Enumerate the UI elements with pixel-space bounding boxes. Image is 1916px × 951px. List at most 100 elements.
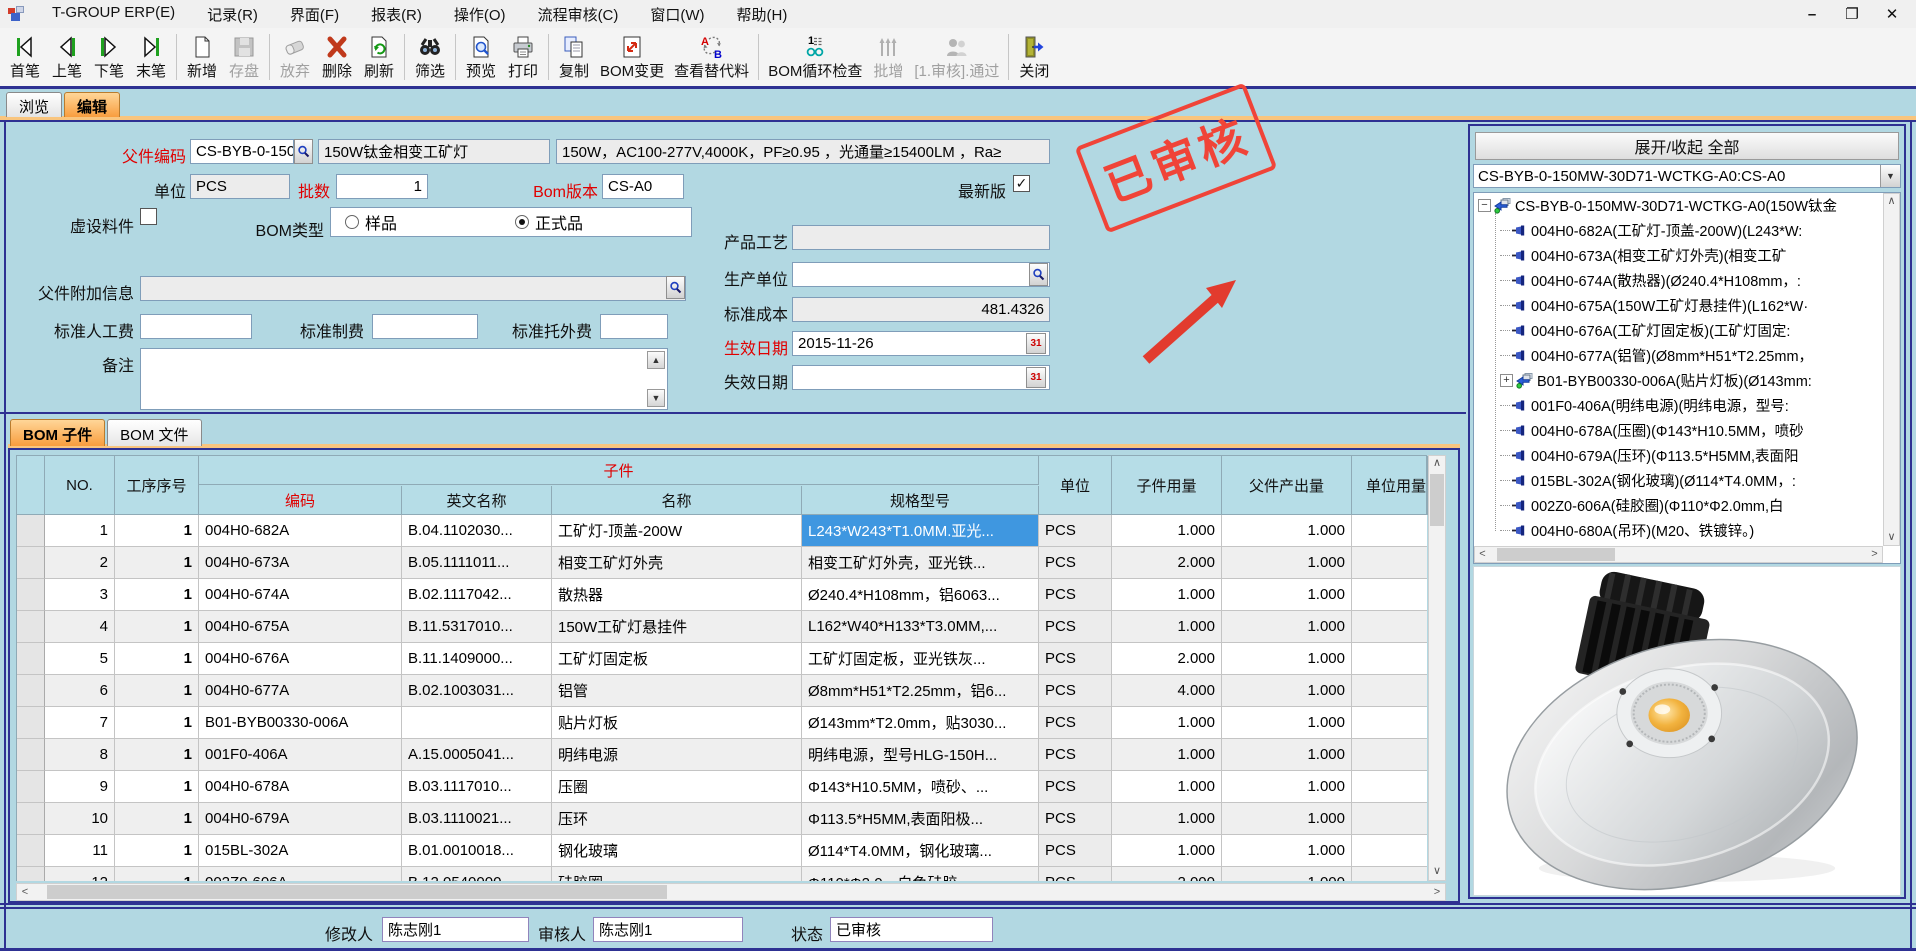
next-record-button[interactable]: 下笔 [88,33,130,82]
table-row[interactable]: 81001F0-406AA.15.0005041...明纬电源明纬电源，型号HL… [17,739,1427,771]
cell-unit[interactable]: PCS [1039,515,1112,547]
cell-spec[interactable]: Ø114*T4.0MM，钢化玻璃... [802,835,1039,867]
tree-node[interactable]: 004H0-675A(150W工矿灯悬挂件)(L162*W· [1474,293,1884,318]
cell-en[interactable]: B.01.0010018... [402,835,552,867]
cell-pqty[interactable]: 1.000 [1222,611,1352,643]
vscroll-thumb[interactable] [1430,474,1444,526]
cell-seq[interactable]: 1 [115,707,199,739]
table-row[interactable]: 71B01-BYB00330-006A贴片灯板Ø143mm*T2.0mm，贴30… [17,707,1427,739]
cell-name[interactable]: 工矿灯-顶盖-200W [552,515,802,547]
table-row[interactable]: 91004H0-678AB.03.1117010...压圈Φ143*H10.5M… [17,771,1427,803]
cell-no[interactable]: 6 [45,675,115,707]
tree-node[interactable]: 004H0-673A(相变工矿灯外壳)(相变工矿 [1474,243,1884,268]
parent-code-search-button[interactable] [294,139,313,164]
copy-button[interactable]: 复制 [553,33,595,82]
cell-spec[interactable]: L243*W243*T1.0MM.亚光... [802,515,1039,547]
batch-add-button[interactable]: 批增 [867,33,909,82]
cell-qty[interactable]: 2.000 [1112,547,1222,579]
cell-unit[interactable]: PCS [1039,739,1112,771]
menu-item[interactable]: 记录(R) [191,0,274,29]
scroll-right-icon[interactable]: > [1867,547,1882,562]
cell-code[interactable]: 004H0-674A [199,579,402,611]
std-outsource-input[interactable] [600,314,668,339]
cell-code[interactable]: 002Z0-606A [199,867,402,881]
scroll-down-icon[interactable]: ∨ [1429,864,1445,880]
cell-spec[interactable]: Φ143*H10.5MM，喷砂、... [802,771,1039,803]
cell-pqty[interactable]: 1.000 [1222,675,1352,707]
cell-qty[interactable]: 1.000 [1112,803,1222,835]
cell-pqty[interactable]: 1.000 [1222,579,1352,611]
tab-browse[interactable]: 浏览 [6,92,62,117]
cell-pqty[interactable]: 1.000 [1222,803,1352,835]
cell-seq[interactable]: 1 [115,611,199,643]
cell-code[interactable]: 004H0-677A [199,675,402,707]
scroll-up-icon[interactable]: ∧ [1884,194,1899,209]
cell-name[interactable]: 硅胶圈 [552,867,802,881]
abandon-button[interactable]: 放弃 [274,33,316,82]
cell-no[interactable]: 10 [45,803,115,835]
cell-en[interactable]: B.02.1117042... [402,579,552,611]
cell-code[interactable]: 004H0-682A [199,515,402,547]
cell-spec[interactable]: 相变工矿灯外壳，亚光铁... [802,547,1039,579]
production-unit-input[interactable] [792,262,1050,287]
bom-change-button[interactable]: BOM变更 [595,33,669,82]
cell-en[interactable]: B.04.1102030... [402,515,552,547]
approve-button[interactable]: [1.审核].通过 [909,33,1004,82]
scroll-down-icon[interactable]: ∨ [1884,530,1899,545]
std-labor-input[interactable] [140,314,252,339]
production-unit-search-button[interactable] [1029,263,1048,286]
refresh-button[interactable]: 刷新 [358,33,400,82]
view-substitute-button[interactable]: AB 查看替代料 [669,33,754,82]
cell-code[interactable]: 004H0-676A [199,643,402,675]
scroll-left-icon[interactable]: < [17,884,33,900]
expand-collapse-all-button[interactable]: 展开/收起 全部 [1475,132,1899,160]
cell-unit[interactable]: PCS [1039,579,1112,611]
cell-pqty[interactable]: 1.000 [1222,547,1352,579]
header-spec[interactable]: 规格型号 [802,486,1039,515]
virtual-part-checkbox[interactable] [140,208,157,225]
cell-no[interactable]: 8 [45,739,115,771]
cell-pqty[interactable]: 1.000 [1222,867,1352,881]
menu-item[interactable]: 帮助(H) [721,0,804,29]
header-unit[interactable]: 单位 [1039,456,1112,515]
hscroll-thumb[interactable] [47,885,667,899]
tree-node[interactable]: 004H0-680A(吊环)(M20、铁镀锌。) [1474,518,1884,543]
cell-no[interactable]: 2 [45,547,115,579]
header-no[interactable]: NO. [45,456,115,515]
expire-date-input[interactable] [792,365,1050,390]
cell-seq[interactable]: 1 [115,515,199,547]
table-row[interactable]: 61004H0-677AB.02.1003031...铝管Ø8mm*H51*T2… [17,675,1427,707]
scroll-left-icon[interactable]: < [1475,547,1490,562]
tree-vscrollbar[interactable]: ∧ ∨ [1883,193,1900,546]
cell-seq[interactable]: 1 [115,803,199,835]
parent-code-input[interactable]: CS-BYB-0-150MW-3 [190,139,294,164]
tree-node[interactable]: +B01-BYB00330-006A(贴片灯板)(Ø143mm: [1474,368,1884,393]
cell-pqty[interactable]: 1.000 [1222,515,1352,547]
effective-date-calendar-button[interactable]: 31 [1026,333,1046,354]
cell-no[interactable]: 4 [45,611,115,643]
menu-item[interactable]: 操作(O) [438,0,522,29]
table-row[interactable]: 41004H0-675AB.11.5317010...150W工矿灯悬挂件L16… [17,611,1427,643]
tree-node[interactable]: 001F0-406A(明纬电源)(明纬电源，型号: [1474,393,1884,418]
table-hscrollbar[interactable]: < > [16,883,1446,901]
tab-bom-files[interactable]: BOM 文件 [107,419,201,446]
tree-node[interactable]: 015BL-302A(钢化玻璃)(Ø114*T4.0MM，: [1474,468,1884,493]
cell-qty[interactable]: 1.000 [1112,771,1222,803]
header-name[interactable]: 名称 [552,486,802,515]
cell-name[interactable]: 压圈 [552,771,802,803]
menu-item[interactable]: T-GROUP ERP(E) [36,0,191,29]
cell-no[interactable]: 5 [45,643,115,675]
cell-unit[interactable]: PCS [1039,803,1112,835]
scroll-right-icon[interactable]: > [1429,884,1445,900]
cell-name[interactable]: 散热器 [552,579,802,611]
tree-node[interactable]: −CS-BYB-0-150MW-30D71-WCTKG-A0(150W钛金 [1474,193,1884,218]
tree-hscrollbar[interactable]: < > [1474,546,1883,563]
cell-spec[interactable]: Ø8mm*H51*T2.25mm，铝6... [802,675,1039,707]
minimize-button[interactable]: – [1802,6,1822,23]
chevron-down-icon[interactable]: ▼ [1880,165,1900,187]
cell-name[interactable]: 相变工矿灯外壳 [552,547,802,579]
prev-record-button[interactable]: 上笔 [46,33,88,82]
cell-no[interactable]: 9 [45,771,115,803]
scroll-down-icon[interactable]: ▼ [647,389,665,407]
cell-code[interactable]: 001F0-406A [199,739,402,771]
